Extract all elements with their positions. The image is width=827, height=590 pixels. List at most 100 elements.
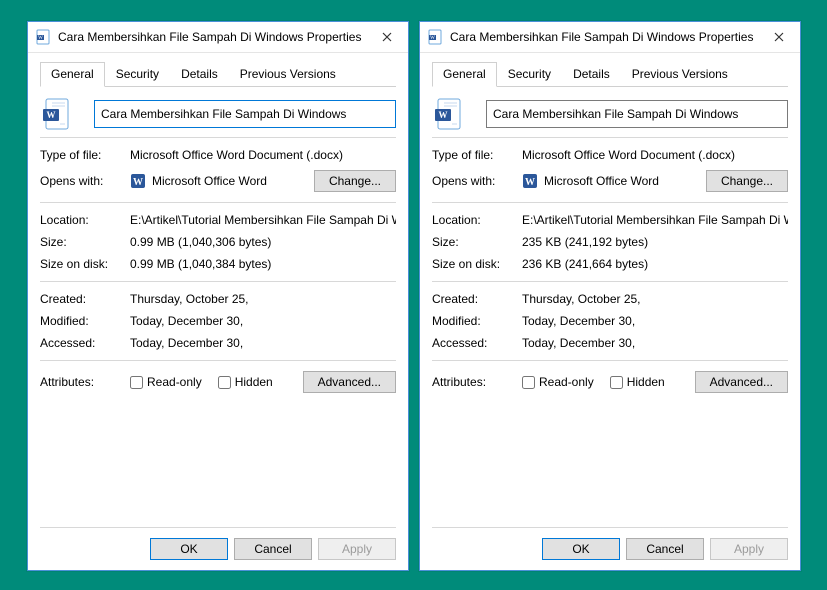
size-value: 0.99 MB (1,040,306 bytes) xyxy=(130,235,396,249)
size-label: Size: xyxy=(432,235,522,249)
tab-security[interactable]: Security xyxy=(105,62,170,87)
readonly-label: Read-only xyxy=(539,375,594,389)
apply-button[interactable]: Apply xyxy=(318,538,396,560)
titlebar: W Cara Membersihkan File Sampah Di Windo… xyxy=(420,22,800,53)
svg-text:W: W xyxy=(439,110,448,120)
change-button[interactable]: Change... xyxy=(314,170,396,192)
accessed-row: Accessed: Today, December 30, xyxy=(40,332,396,354)
location-value: E:\Artikel\Tutorial Membersihkan File Sa… xyxy=(130,213,396,227)
hidden-label: Hidden xyxy=(627,375,665,389)
attributes-row: Attributes: Read-only Hidden Advanced... xyxy=(432,367,788,397)
filename-input[interactable] xyxy=(486,100,788,128)
tab-previous-versions[interactable]: Previous Versions xyxy=(229,62,347,87)
window-icon: W xyxy=(428,29,444,45)
cancel-button[interactable]: Cancel xyxy=(626,538,704,560)
created-value: Thursday, October 25, xyxy=(522,292,788,306)
modified-row: Modified: Today, December 30, xyxy=(40,310,396,332)
svg-text:W: W xyxy=(47,110,56,120)
window-icon: W xyxy=(36,29,52,45)
location-row: Location: E:\Artikel\Tutorial Membersihk… xyxy=(40,209,396,231)
word-app-icon: W xyxy=(522,173,538,189)
modified-row: Modified: Today, December 30, xyxy=(432,310,788,332)
tab-strip: General Security Details Previous Versio… xyxy=(432,61,788,87)
created-row: Created: Thursday, October 25, xyxy=(432,288,788,310)
hidden-checkbox[interactable]: Hidden xyxy=(610,375,665,389)
hidden-checkbox[interactable]: Hidden xyxy=(218,375,273,389)
modified-label: Modified: xyxy=(40,314,130,328)
size-on-disk-row: Size on disk: 236 KB (241,664 bytes) xyxy=(432,253,788,275)
svg-text:W: W xyxy=(38,36,43,41)
tab-previous-versions[interactable]: Previous Versions xyxy=(621,62,739,87)
type-label: Type of file: xyxy=(40,148,130,162)
readonly-checkbox-input[interactable] xyxy=(522,376,535,389)
apply-button[interactable]: Apply xyxy=(710,538,788,560)
size-value: 235 KB (241,192 bytes) xyxy=(522,235,788,249)
file-type-icon: W xyxy=(432,97,466,131)
accessed-label: Accessed: xyxy=(40,336,130,350)
dialog-body: General Security Details Previous Versio… xyxy=(420,53,800,397)
ok-button[interactable]: OK xyxy=(542,538,620,560)
created-value: Thursday, October 25, xyxy=(130,292,396,306)
ok-button[interactable]: OK xyxy=(150,538,228,560)
tab-details[interactable]: Details xyxy=(562,62,621,87)
accessed-value: Today, December 30, xyxy=(522,336,788,350)
separator xyxy=(40,202,396,203)
accessed-value: Today, December 30, xyxy=(130,336,396,350)
location-label: Location: xyxy=(40,213,130,227)
attributes-row: Attributes: Read-only Hidden Advanced... xyxy=(40,367,396,397)
tab-general[interactable]: General xyxy=(40,62,105,87)
filename-input[interactable] xyxy=(94,100,396,128)
properties-dialog: W Cara Membersihkan File Sampah Di Windo… xyxy=(419,21,801,571)
hidden-checkbox-input[interactable] xyxy=(610,376,623,389)
hidden-checkbox-input[interactable] xyxy=(218,376,231,389)
window-title: Cara Membersihkan File Sampah Di Windows… xyxy=(450,30,766,44)
properties-dialog: W Cara Membersihkan File Sampah Di Windo… xyxy=(27,21,409,571)
filename-row: W xyxy=(40,97,396,131)
modified-value: Today, December 30, xyxy=(522,314,788,328)
size-label: Size: xyxy=(40,235,130,249)
dialog-footer: OK Cancel Apply xyxy=(40,527,396,560)
separator xyxy=(432,202,788,203)
size-row: Size: 0.99 MB (1,040,306 bytes) xyxy=(40,231,396,253)
advanced-button[interactable]: Advanced... xyxy=(303,371,396,393)
word-app-icon: W xyxy=(130,173,146,189)
tab-general[interactable]: General xyxy=(432,62,497,87)
size-row: Size: 235 KB (241,192 bytes) xyxy=(432,231,788,253)
svg-text:W: W xyxy=(133,177,143,188)
titlebar: W Cara Membersihkan File Sampah Di Windo… xyxy=(28,22,408,53)
hidden-label: Hidden xyxy=(235,375,273,389)
size-on-disk-row: Size on disk: 0.99 MB (1,040,384 bytes) xyxy=(40,253,396,275)
created-label: Created: xyxy=(432,292,522,306)
attributes-label: Attributes: xyxy=(432,375,522,389)
readonly-checkbox-input[interactable] xyxy=(130,376,143,389)
separator xyxy=(432,281,788,282)
tab-details[interactable]: Details xyxy=(170,62,229,87)
location-value: E:\Artikel\Tutorial Membersihkan File Sa… xyxy=(522,213,788,227)
readonly-checkbox[interactable]: Read-only xyxy=(130,375,202,389)
close-button[interactable] xyxy=(766,27,792,47)
type-label: Type of file: xyxy=(432,148,522,162)
close-button[interactable] xyxy=(374,27,400,47)
opens-with-row: Opens with: W Microsoft Office Word Chan… xyxy=(432,166,788,196)
separator xyxy=(432,360,788,361)
svg-text:W: W xyxy=(430,36,435,41)
filename-row: W xyxy=(432,97,788,131)
separator xyxy=(40,137,396,138)
size-on-disk-value: 236 KB (241,664 bytes) xyxy=(522,257,788,271)
size-on-disk-label: Size on disk: xyxy=(432,257,522,271)
created-row: Created: Thursday, October 25, xyxy=(40,288,396,310)
tab-security[interactable]: Security xyxy=(497,62,562,87)
window-title: Cara Membersihkan File Sampah Di Windows… xyxy=(58,30,374,44)
modified-label: Modified: xyxy=(432,314,522,328)
opens-with-label: Opens with: xyxy=(432,174,522,188)
advanced-button[interactable]: Advanced... xyxy=(695,371,788,393)
opens-with-row: Opens with: W Microsoft Office Word Chan… xyxy=(40,166,396,196)
created-label: Created: xyxy=(40,292,130,306)
readonly-label: Read-only xyxy=(147,375,202,389)
separator xyxy=(40,281,396,282)
cancel-button[interactable]: Cancel xyxy=(234,538,312,560)
attributes-label: Attributes: xyxy=(40,375,130,389)
tab-strip: General Security Details Previous Versio… xyxy=(40,61,396,87)
change-button[interactable]: Change... xyxy=(706,170,788,192)
readonly-checkbox[interactable]: Read-only xyxy=(522,375,594,389)
